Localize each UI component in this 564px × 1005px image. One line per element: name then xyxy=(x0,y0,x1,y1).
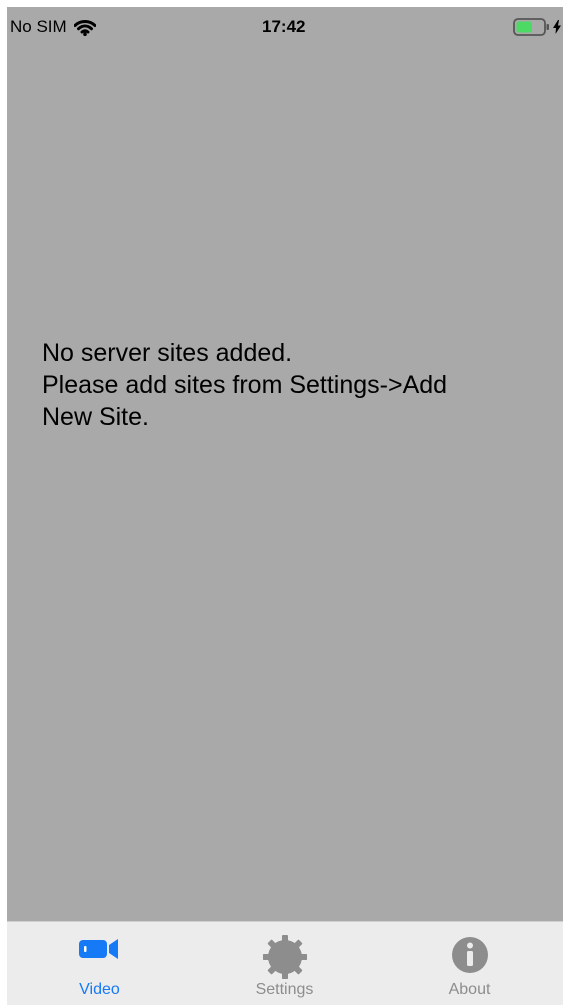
tab-video[interactable]: Video xyxy=(7,922,192,1005)
tab-settings[interactable]: Settings xyxy=(192,922,377,1005)
empty-state-message: No server sites added. Please add sites … xyxy=(42,337,547,433)
video-camera-icon xyxy=(78,939,118,959)
bottom-tab-bar: Video Settings About xyxy=(7,921,563,1005)
status-bar: No SIM 17:42 xyxy=(7,7,563,47)
battery-status xyxy=(513,18,561,36)
status-time: 17:42 xyxy=(262,17,306,36)
tab-about[interactable]: About xyxy=(377,922,562,1005)
app-screen: No SIM 17:42 No server sites added. Plea… xyxy=(7,7,563,1005)
tab-settings-label: Settings xyxy=(255,981,314,998)
empty-message-line-3: New Site. xyxy=(42,403,149,431)
info-icon xyxy=(451,937,488,973)
carrier-label: No SIM xyxy=(10,17,67,36)
battery-charging-icon xyxy=(513,18,549,36)
tab-video-label: Video xyxy=(79,981,120,998)
empty-message-line-2: Please add sites from Settings->Add xyxy=(42,371,448,399)
wifi-icon xyxy=(73,19,96,36)
carrier-status: No SIM xyxy=(10,17,96,37)
charging-bolt-icon xyxy=(553,20,561,34)
gear-icon xyxy=(262,935,307,979)
battery-fill xyxy=(516,21,532,33)
tab-about-label: About xyxy=(448,981,491,998)
empty-message-line-1: No server sites added. xyxy=(42,339,293,367)
